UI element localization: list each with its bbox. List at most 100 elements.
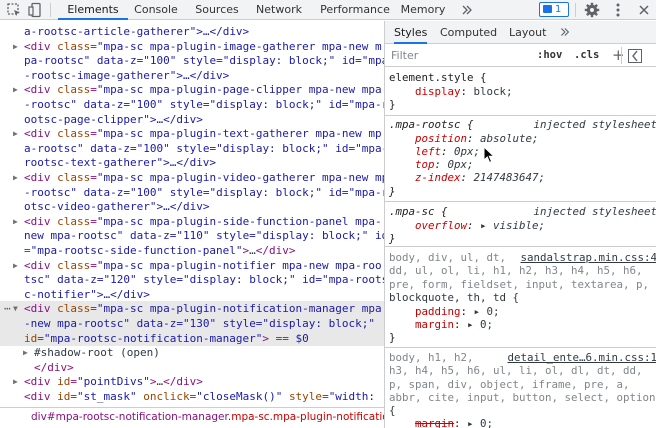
toolbar-divider <box>621 47 622 64</box>
mouse-cursor-icon <box>483 146 495 164</box>
expand-caret-icon[interactable]: ▶ <box>13 374 18 389</box>
tab-memory[interactable]: Memory <box>398 0 448 20</box>
tab-network[interactable]: Network <box>250 0 308 20</box>
expand-caret-icon[interactable]: ▶ <box>23 345 28 360</box>
more-tabs-icon[interactable] <box>557 25 571 42</box>
rule-close: } <box>389 232 396 245</box>
style-property[interactable]: margin: ▸ 0; <box>389 318 656 331</box>
styles-filter-bar: Filter :hov .cls + <box>385 45 656 67</box>
toolbar-divider <box>50 3 51 17</box>
new-style-rule-button[interactable]: + <box>612 46 625 64</box>
expand-caret-icon[interactable]: ▶ <box>13 39 18 54</box>
tab-console[interactable]: Console <box>128 0 184 20</box>
rule-divider <box>385 347 656 348</box>
rule-selector: dd, ul, ol, li, h1, h2, h3, h4, h5, h6, <box>389 264 643 277</box>
dom-node-line[interactable]: c-notifier">…</div> <box>0 287 384 302</box>
rule-header: body, div, ul, dt, sandalstrap.min.css:4 <box>389 251 656 264</box>
expand-caret-icon[interactable]: ▶ <box>13 126 18 141</box>
tab-computed[interactable]: Computed <box>440 21 497 44</box>
expand-caret-icon[interactable]: ▶ <box>13 170 18 185</box>
dom-node-line[interactable]: -rootsc" data-z="100" style="display: bl… <box>0 97 384 112</box>
dom-node-line[interactable]: -rootsc" data-z="100" style="display: bl… <box>0 185 384 200</box>
tab-sources[interactable]: Sources <box>188 0 246 20</box>
rule-close: } <box>389 185 396 198</box>
messages-count: 1 <box>555 4 562 15</box>
style-property[interactable]: overflow: ▸ visible; <box>389 219 656 232</box>
expand-caret-open-icon[interactable]: ▼ <box>13 301 18 316</box>
tab-elements[interactable]: Elements <box>58 0 128 20</box>
dom-node-line[interactable]: ▶ <div class="mpa-sc mpa-plugin-text-gath… <box>0 126 384 141</box>
node-actions-icon[interactable]: ⋯ <box>4 301 11 316</box>
dom-node-line[interactable]: ▶ <div class="mpa-sc mpa-plugin-page-clip… <box>0 82 384 97</box>
rule-selector[interactable]: .mpa-sc { <box>389 205 448 218</box>
rule-selector: p, span, div, object, iframe, pre, a, <box>389 378 630 391</box>
rule-source: injected stylesheet <box>533 205 656 218</box>
rule-selector: pre, form, fieldset, input, textarea, p, <box>389 278 650 291</box>
style-property[interactable]: left: 0px; <box>389 145 656 158</box>
cls-toggle[interactable]: .cls <box>574 49 599 61</box>
dom-node-line[interactable]: ▼ <div class="mpa-sc mpa-plugin-notificat… <box>0 301 384 317</box>
breadcrumb-element[interactable]: div#mpa-rootsc-notification-manager <box>31 411 228 423</box>
dom-node-line[interactable]: rootsc-text-gatherer">…</div> <box>0 155 384 170</box>
dom-node-line[interactable]: ▶ <div id="pointDivs">…</div> <box>0 374 384 389</box>
style-property[interactable]: margin: ▸ 0; <box>389 417 656 428</box>
rule-header: .mpa-rootsc {injected stylesheet <box>389 118 656 131</box>
rule-selector[interactable]: .mpa-rootsc { <box>389 118 474 131</box>
expand-caret-icon[interactable]: ▶ <box>13 214 18 229</box>
expand-caret-icon[interactable]: ▶ <box>13 82 18 97</box>
breadcrumb: div#mpa-rootsc-notification-manager.mpa-… <box>0 407 384 428</box>
hov-toggle[interactable]: :hov <box>537 49 562 61</box>
dom-node-line[interactable]: pa-rootsc" data-z="100" style="display: … <box>0 53 384 68</box>
rule-source-link[interactable]: sandalstrap.min.css:4 <box>520 251 656 264</box>
rule-selector: blockquote, th, td { <box>389 291 520 304</box>
rule-selector[interactable]: body, h1, h2, <box>389 351 474 364</box>
dom-node-line[interactable]: <div id="st_mask" onclick="closeMask()" … <box>0 389 384 404</box>
rule-header: body, h1, h2, detail_ente…6.min.css:1 <box>389 351 656 364</box>
dom-node-line[interactable]: a-rootsc-article-gatherer">…</div> <box>0 24 384 39</box>
dom-node-line[interactable]: ▶ <div class="mpa-sc mpa-plugin-notifier … <box>0 258 384 273</box>
style-property[interactable]: top: 0px; <box>389 158 656 171</box>
inspect-icon[interactable] <box>6 2 22 18</box>
tab-layout[interactable]: Layout <box>509 21 546 44</box>
dom-node-line[interactable]: id="mpa-rootsc-notification-manager"> ==… <box>0 330 384 346</box>
tab-styles[interactable]: Styles <box>394 21 428 44</box>
dom-node-line[interactable]: -new mpa-rootsc" data-z="130" style="dis… <box>0 316 384 331</box>
dom-node-line[interactable]: otsc-video-gatherer">…</div> <box>0 199 384 214</box>
dom-tree: a-rootsc-article-gatherer">…</div> ▶ <div … <box>0 21 384 407</box>
breadcrumb-classes[interactable]: .mpa-sc.mpa-plugin-notificatio <box>228 411 384 423</box>
dom-node-line[interactable]: a-rootsc" data-z="100" style="display: b… <box>0 141 384 156</box>
tab-performance[interactable]: Performance <box>314 0 396 20</box>
more-tabs-icon[interactable] <box>458 2 474 18</box>
dom-node-line[interactable]: ▶ <div class="mpa-sc mpa-plugin-image-gat… <box>0 39 384 54</box>
dom-node-line[interactable]: new mpa-rootsc" data-z="110" style="disp… <box>0 228 384 243</box>
computed-sidebar-icon[interactable] <box>628 49 642 66</box>
rule-selector[interactable]: body, div, ul, dt, <box>389 251 506 264</box>
rule-selector: abbr, cite, input, button, select, optio… <box>389 391 656 404</box>
style-property[interactable]: display: block; <box>389 85 656 98</box>
toolbar-divider <box>575 3 576 17</box>
dom-node-line[interactable]: ▶ <div class="mpa-sc mpa-plugin-video-gat… <box>0 170 384 185</box>
close-icon[interactable] <box>636 2 652 18</box>
settings-gear-icon[interactable] <box>584 2 600 18</box>
style-property[interactable]: position: absolute; <box>389 132 656 145</box>
rule-selector[interactable]: element.style { <box>389 71 656 84</box>
dom-node-line[interactable]: tsc" data-z="120" style="display: block;… <box>0 272 384 287</box>
style-property[interactable]: z-index: 2147483647; <box>389 171 656 184</box>
dom-node-line[interactable]: -rootsc-image-gatherer">…</div> <box>0 68 384 83</box>
messages-badge[interactable]: 1 <box>539 2 569 17</box>
kebab-menu-icon[interactable] <box>610 2 626 18</box>
expand-caret-icon[interactable]: ▶ <box>13 258 18 273</box>
dom-node-line[interactable]: ▶ #shadow-root (open) <box>0 345 384 360</box>
style-property[interactable]: padding: ▸ 0; <box>389 305 656 318</box>
dom-node-line[interactable]: ▶ <div class="mpa-sc mpa-plugin-side-func… <box>0 214 384 229</box>
styles-filter-input[interactable]: Filter <box>391 49 418 62</box>
dom-node-line[interactable]: ootsc-page-clipper">…</div> <box>0 112 384 127</box>
devtools-tab-bar: Elements Console Sources Network Perform… <box>0 0 656 20</box>
device-toolbar-icon[interactable] <box>28 2 44 18</box>
dom-node-line[interactable]: </div> <box>0 360 384 375</box>
dom-node-line[interactable]: ="mpa-rootsc-side-function-panel">…</div… <box>0 243 384 258</box>
rule-divider <box>385 115 656 116</box>
styles-pane: Styles Computed Layout Filter :hov .cls … <box>385 21 656 428</box>
rule-header: .mpa-sc { injected stylesheet <box>389 205 656 218</box>
rule-source-link[interactable]: detail_ente…6.min.css:1 <box>507 351 656 364</box>
